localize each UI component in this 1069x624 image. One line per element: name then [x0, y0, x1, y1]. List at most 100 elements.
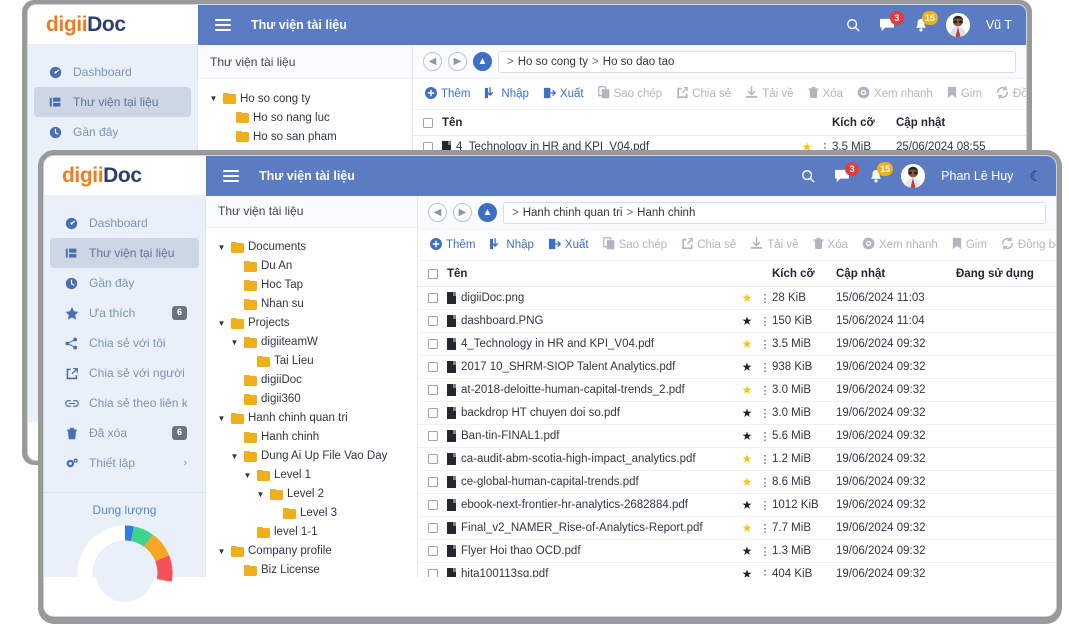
bell-icon[interactable]: 15: [912, 11, 938, 34]
row-menu-icon[interactable]: ⋮: [758, 292, 772, 305]
toolbar-th-m-button[interactable]: Thêm: [425, 86, 470, 102]
row-menu-icon[interactable]: ⋮: [758, 407, 772, 420]
avatar[interactable]: [901, 164, 926, 188]
breadcrumb-item[interactable]: Hanh chinh: [637, 207, 695, 219]
file-name-cell[interactable]: Ban-tin-FINAL1.pdf: [447, 430, 736, 442]
star-icon[interactable]: ★: [736, 360, 758, 374]
breadcrumb-item[interactable]: Ho so dao tao: [603, 56, 675, 68]
tree-node[interactable]: Hanh chinh: [216, 428, 417, 447]
sidebar-item-th-vi-n-t-i-li-u[interactable]: Thư viện tại liệu: [34, 87, 191, 117]
row-checkbox[interactable]: [428, 385, 438, 395]
front-user-name[interactable]: Phan Lê Huy: [941, 169, 1013, 183]
file-name-cell[interactable]: Flyer Hoi thao OCD.pdf: [447, 545, 736, 557]
tree-node[interactable]: ▼ Hanh chinh quan tri: [216, 409, 417, 428]
row-checkbox[interactable]: [428, 408, 438, 418]
app-logo[interactable]: digiiDoc: [46, 13, 126, 37]
back-nav-up-button[interactable]: ▲: [473, 52, 492, 71]
row-menu-icon[interactable]: ⋮: [758, 522, 772, 535]
table-row[interactable]: dashboard.PNG ★ ⋮ 150 KiB 15/06/2024 11:04: [418, 310, 1056, 333]
table-row[interactable]: backdrop HT chuyen doi so.pdf ★ ⋮ 3.0 MiB 19…: [418, 402, 1056, 425]
tree-node[interactable]: ▼ Level 1: [216, 466, 417, 485]
star-icon[interactable]: ★: [736, 291, 758, 305]
hamburger-icon[interactable]: [223, 170, 239, 182]
tree-node[interactable]: level 1-1: [216, 523, 417, 542]
tree-node[interactable]: Nhan su: [216, 295, 417, 314]
back-nav-forward-button[interactable]: ▶: [448, 52, 467, 71]
search-icon[interactable]: [799, 167, 817, 185]
toolbar-nh-p-button[interactable]: Nhập: [489, 237, 534, 253]
file-name-cell[interactable]: digiiDoc.png: [447, 292, 736, 304]
table-row[interactable]: digiiDoc.png ★ ⋮ 28 KiB 15/06/2024 11:03: [418, 287, 1056, 310]
tree-node[interactable]: ▼ digiiteamW: [216, 333, 417, 352]
star-icon[interactable]: ★: [736, 498, 758, 512]
breadcrumb[interactable]: > Hanh chinh quan tri > Hanh chinh: [503, 201, 1046, 224]
table-row[interactable]: Ban-tin-FINAL1.pdf ★ ⋮ 5.6 MiB 19/06/2024 09…: [418, 425, 1056, 448]
row-checkbox[interactable]: [428, 431, 438, 441]
back-user-name[interactable]: Vũ T: [986, 18, 1012, 32]
star-icon[interactable]: ★: [736, 429, 758, 443]
star-icon[interactable]: ★: [736, 544, 758, 558]
toolbar-xu-t-button[interactable]: Xuất: [543, 87, 584, 102]
sidebar-item-chia-s-v-i-t-i[interactable]: Chia sẻ với tôi: [50, 328, 199, 358]
back-select-all-checkbox[interactable]: [423, 117, 433, 128]
twisty-icon[interactable]: ▼: [216, 319, 227, 328]
twisty-icon[interactable]: ▼: [255, 490, 266, 499]
tree-node[interactable]: Biz License: [216, 561, 417, 577]
table-row[interactable]: 4_Technology in HR and KPI_V04.pdf ★ ⋮ 3.5 …: [418, 333, 1056, 356]
back-col-size[interactable]: Kích cỡ: [832, 117, 896, 129]
app-logo[interactable]: digiiDoc: [62, 164, 142, 188]
select-all-checkbox[interactable]: [428, 268, 438, 279]
sidebar-item-thi-t-l-p[interactable]: Thiết lập ›: [50, 448, 199, 478]
row-checkbox[interactable]: [428, 454, 438, 464]
table-row[interactable]: Flyer Hoi thao OCD.pdf ★ ⋮ 1.3 MiB 19/06/202…: [418, 540, 1056, 563]
tree-node[interactable]: Ho so san pham: [208, 127, 412, 146]
twisty-icon[interactable]: ▼: [208, 94, 219, 103]
nav-up-button[interactable]: ▲: [478, 203, 497, 222]
star-icon[interactable]: ★: [736, 406, 758, 420]
moon-icon[interactable]: ☾: [1029, 168, 1042, 185]
file-name-cell[interactable]: dashboard.PNG: [447, 315, 736, 327]
table-row[interactable]: hita100113sg.pdf ★ ⋮ 404 KiB 19/06/2024 09:3…: [418, 563, 1056, 577]
nav-forward-button[interactable]: ▶: [453, 203, 472, 222]
tree-node[interactable]: ▼ Level 2: [216, 485, 417, 504]
twisty-icon[interactable]: ▼: [216, 414, 227, 423]
row-checkbox[interactable]: [428, 546, 438, 556]
sidebar-item-x-a[interactable]: Đã xóa 6: [50, 418, 199, 448]
twisty-icon[interactable]: ▼: [216, 243, 227, 252]
star-icon[interactable]: ★: [736, 521, 758, 535]
row-checkbox[interactable]: [428, 339, 438, 349]
row-checkbox[interactable]: [428, 293, 438, 303]
row-checkbox[interactable]: [428, 477, 438, 487]
tree-node[interactable]: Ho so nang luc: [208, 108, 412, 127]
row-menu-icon[interactable]: ⋮: [758, 499, 772, 512]
file-name-cell[interactable]: 2017 10_SHRM-SIOP Talent Analytics.pdf: [447, 361, 736, 373]
nav-back-button[interactable]: ◀: [428, 203, 447, 222]
sidebar-item-chia-s-theo-li-n-k-t[interactable]: Chia sẻ theo liên kết: [50, 388, 199, 418]
star-icon[interactable]: ★: [736, 475, 758, 489]
hamburger-icon[interactable]: [215, 19, 231, 31]
file-name-cell[interactable]: hita100113sg.pdf: [447, 568, 736, 577]
table-row[interactable]: ce-global-human-capital-trends.pdf ★ ⋮ 8.6 …: [418, 471, 1056, 494]
tree-node[interactable]: Du An: [216, 257, 417, 276]
star-icon[interactable]: ★: [736, 314, 758, 328]
row-checkbox[interactable]: [428, 569, 438, 577]
sidebar-item-chia-s-v-i-ng-i-kh-c[interactable]: Chia sẻ với người khác: [50, 358, 199, 388]
tree-node[interactable]: digii360: [216, 390, 417, 409]
tree-node[interactable]: ▼ Ho so cong ty: [208, 89, 412, 108]
row-menu-icon[interactable]: ⋮: [758, 338, 772, 351]
star-icon[interactable]: ★: [736, 567, 758, 577]
back-col-name[interactable]: Tên: [442, 117, 796, 129]
back-col-updated[interactable]: Cập nhật: [896, 117, 1016, 129]
row-menu-icon[interactable]: ⋮: [758, 384, 772, 397]
row-checkbox[interactable]: [428, 523, 438, 533]
breadcrumb-item[interactable]: Ho so cong ty: [518, 56, 588, 68]
tree-node[interactable]: Hoc Tap: [216, 276, 417, 295]
tree-node[interactable]: ▼ Projects: [216, 314, 417, 333]
table-row[interactable]: Final_v2_NAMER_Rise-of-Analytics-Report.…: [418, 517, 1056, 540]
row-menu-icon[interactable]: ⋮: [758, 430, 772, 443]
tree-node[interactable]: digiiDoc: [216, 371, 417, 390]
toolbar-th-m-button[interactable]: Thêm: [430, 237, 475, 253]
table-row[interactable]: at-2018-deloitte-human-capital-trends_2.…: [418, 379, 1056, 402]
avatar[interactable]: [945, 13, 970, 37]
tree-node[interactable]: ▼ Company profile: [216, 542, 417, 561]
